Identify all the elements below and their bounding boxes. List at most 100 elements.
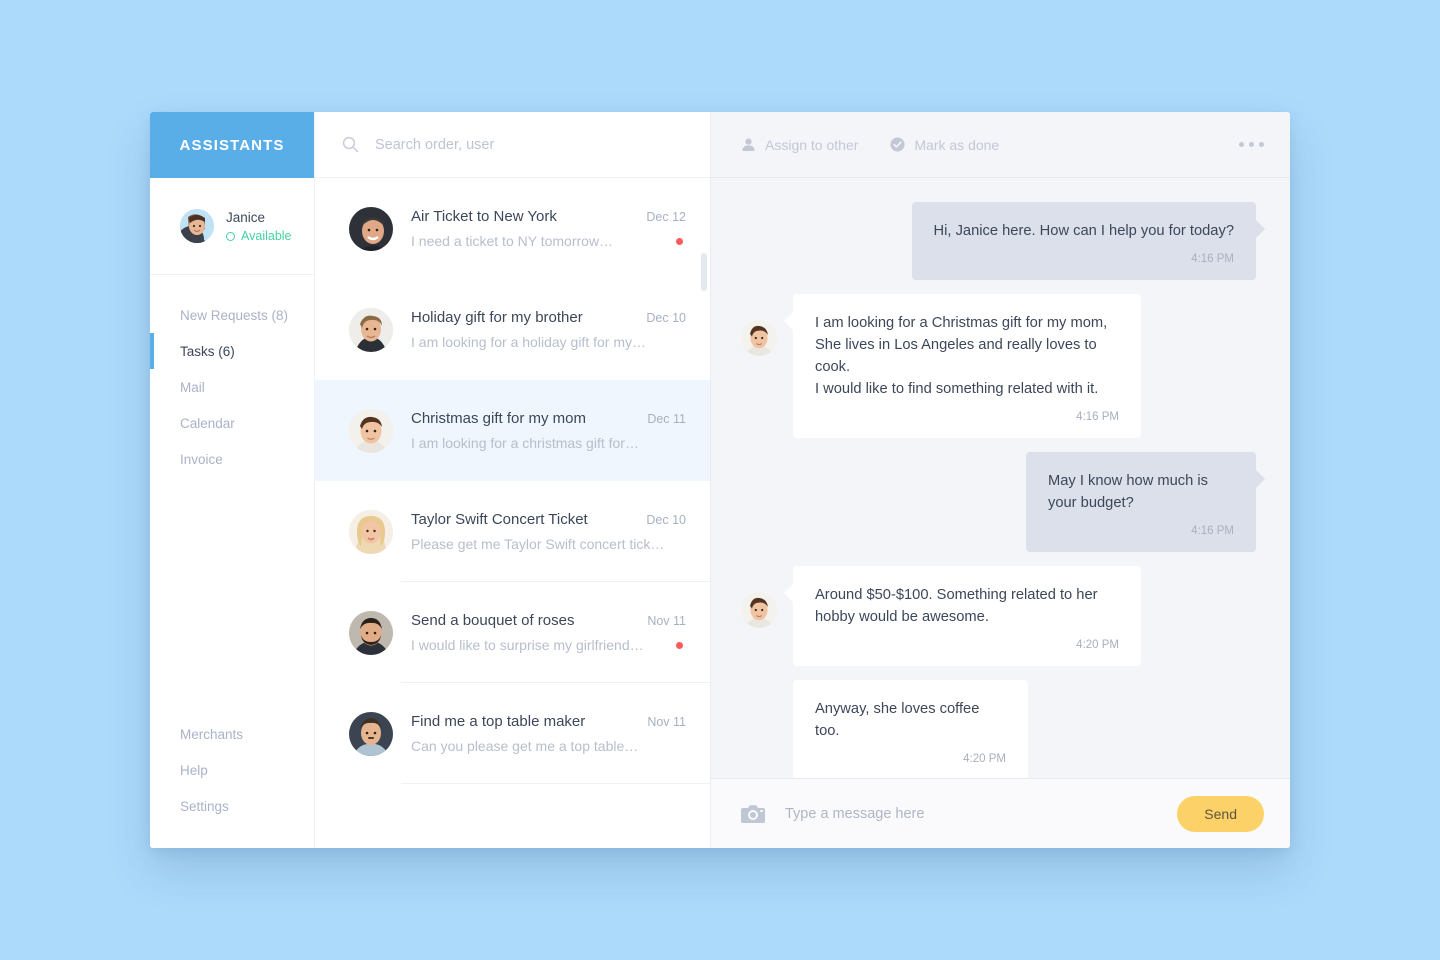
list-item-header: Taylor Swift Concert Ticket Dec 10 (411, 511, 686, 528)
message-input[interactable] (785, 805, 1178, 822)
list-item-body: Send a bouquet of roses Nov 11 I would l… (411, 612, 686, 653)
list-item-body: Holiday gift for my brother Dec 10 I am … (411, 309, 686, 350)
avatar-man-young-icon (349, 408, 393, 453)
avatar (349, 610, 393, 655)
avatar-woman-blonde-icon (349, 509, 393, 554)
message-text: May I know how much is your budget? (1048, 473, 1208, 511)
message-thread[interactable]: Hi, Janice here. How can I help you for … (711, 178, 1290, 778)
list-item-subline: I am looking for a christmas gift for… (411, 435, 686, 451)
user-profile[interactable]: Janice Available (150, 178, 314, 275)
message-time: 4:16 PM (1191, 253, 1234, 265)
sidebar-item-calendar[interactable]: Calendar (150, 405, 314, 441)
list-item-preview: Can you please get me a top table… (411, 738, 639, 754)
list-item-preview: I am looking for a holiday gift for my… (411, 334, 646, 350)
list-item-title: Air Ticket to New York (411, 208, 557, 225)
mark-as-done-label: Mark as done (914, 136, 1000, 153)
message-bubble: Around $50-$100. Something related to he… (784, 566, 1141, 666)
mark-as-done-button[interactable]: Mark as done (890, 137, 999, 153)
avatar-placeholder (741, 706, 777, 742)
list-item-header: Holiday gift for my brother Dec 10 (411, 309, 686, 326)
list-item-date: Dec 11 (647, 412, 686, 426)
sidebar-primary-nav: New Requests (8) Tasks (6) Mail Calendar… (150, 275, 314, 477)
bubble-tail (784, 584, 793, 602)
profile-name: Janice (226, 210, 266, 225)
message-time: 4:16 PM (1076, 411, 1119, 423)
avatar (349, 206, 393, 251)
list-item-preview: Please get me Taylor Swift concert ticke… (411, 536, 666, 552)
person-icon (742, 138, 755, 151)
sidebar-item-label: Settings (180, 798, 229, 814)
bubble-tail (784, 312, 793, 330)
search-input[interactable] (375, 136, 686, 153)
avatar-man-young-icon (741, 320, 777, 356)
list-item-body: Find me a top table maker Nov 11 Can you… (411, 713, 686, 754)
bubble-tail (1256, 470, 1265, 488)
message-bubble: Anyway, she loves coffee too. 4:20 PM (793, 680, 1028, 778)
list-item-body: Taylor Swift Concert Ticket Dec 10 Pleas… (411, 511, 686, 552)
list-item-body: Air Ticket to New York Dec 12 I need a t… (411, 208, 686, 249)
message-time: 4:16 PM (1191, 525, 1234, 537)
sidebar-item-label: Mail (180, 379, 205, 395)
list-item[interactable]: Find me a top table maker Nov 11 Can you… (315, 683, 710, 784)
message-composer: Send (711, 778, 1290, 848)
list-item-selected[interactable]: Christmas gift for my mom Dec 11 I am lo… (315, 380, 710, 481)
sidebar-item-mail[interactable]: Mail (150, 369, 314, 405)
list-item[interactable]: Send a bouquet of roses Nov 11 I would l… (315, 582, 710, 683)
sidebar-item-label: Merchants (180, 726, 244, 742)
list-item[interactable]: Air Ticket to New York Dec 12 I need a t… (315, 178, 710, 279)
list-item-title: Send a bouquet of roses (411, 612, 575, 629)
message-bubble: I am looking for a Christmas gift for my… (784, 294, 1141, 438)
chat-toolbar: Assign to other Mark as done (711, 112, 1290, 178)
scrollbar-thumb[interactable] (701, 253, 707, 291)
send-button[interactable]: Send (1177, 795, 1264, 832)
bubble-tail (1256, 220, 1265, 238)
sidebar-item-settings[interactable]: Settings (150, 788, 314, 824)
message-text: Around $50-$100. Something related to he… (815, 587, 1098, 625)
list-item-subline: I am looking for a holiday gift for my… (411, 334, 686, 350)
ellipsis-icon[interactable] (1239, 142, 1264, 147)
sidebar-item-new-requests[interactable]: New Requests (8) (150, 297, 314, 333)
message-text: Anyway, she loves coffee too. (815, 701, 980, 739)
message-incoming: Anyway, she loves coffee too. 4:20 PM (741, 680, 1256, 778)
list-item-body: Christmas gift for my mom Dec 11 I am lo… (411, 410, 686, 451)
camera-icon[interactable] (741, 804, 765, 823)
app-window: ASSISTANTS Janice Available New Requests… (150, 112, 1290, 848)
list-item-date: Dec 12 (646, 210, 686, 224)
ellipsis-dot (1239, 142, 1244, 147)
avatar (741, 320, 777, 356)
avatar (349, 307, 393, 352)
search-icon (342, 136, 359, 153)
list-item-subline: I need a ticket to NY tomorrow… (411, 233, 686, 249)
message-time: 4:20 PM (963, 753, 1006, 765)
sidebar-item-merchants[interactable]: Merchants (150, 716, 314, 752)
avatar-janice-icon (180, 209, 214, 243)
sidebar-item-help[interactable]: Help (150, 752, 314, 788)
profile-status-label: Available (241, 229, 292, 243)
list-item-header: Christmas gift for my mom Dec 11 (411, 410, 686, 427)
sidebar-item-tasks[interactable]: Tasks (6) (150, 333, 314, 369)
list-item-date: Nov 11 (647, 614, 686, 628)
scrollbar[interactable] (701, 178, 707, 848)
avatar (349, 408, 393, 453)
avatar (741, 592, 777, 628)
list-item-preview: I need a ticket to NY tomorrow… (411, 233, 614, 249)
message-incoming: I am looking for a Christmas gift for my… (741, 294, 1256, 438)
avatar (349, 509, 393, 554)
status-ring-icon (226, 231, 235, 241)
list-item-date: Nov 11 (647, 715, 686, 729)
app-brand-title: ASSISTANTS (150, 112, 314, 178)
conversation-list-panel: Air Ticket to New York Dec 12 I need a t… (315, 112, 711, 848)
list-item[interactable]: Taylor Swift Concert Ticket Dec 10 Pleas… (315, 481, 710, 582)
sidebar-item-invoice[interactable]: Invoice (150, 441, 314, 477)
avatar-man-blond-icon (349, 307, 393, 352)
search-bar[interactable] (315, 112, 710, 178)
avatar-man-young-icon (741, 592, 777, 628)
list-item[interactable]: Holiday gift for my brother Dec 10 I am … (315, 279, 710, 380)
chat-panel: Assign to other Mark as done Hi, Janice … (711, 112, 1290, 848)
avatar-man-bald-icon (349, 206, 393, 251)
avatar-man-beard-icon (349, 610, 393, 655)
message-outgoing: Hi, Janice here. How can I help you for … (741, 202, 1265, 280)
conversation-list[interactable]: Air Ticket to New York Dec 12 I need a t… (315, 178, 710, 848)
assign-to-other-button[interactable]: Assign to other (741, 137, 858, 153)
